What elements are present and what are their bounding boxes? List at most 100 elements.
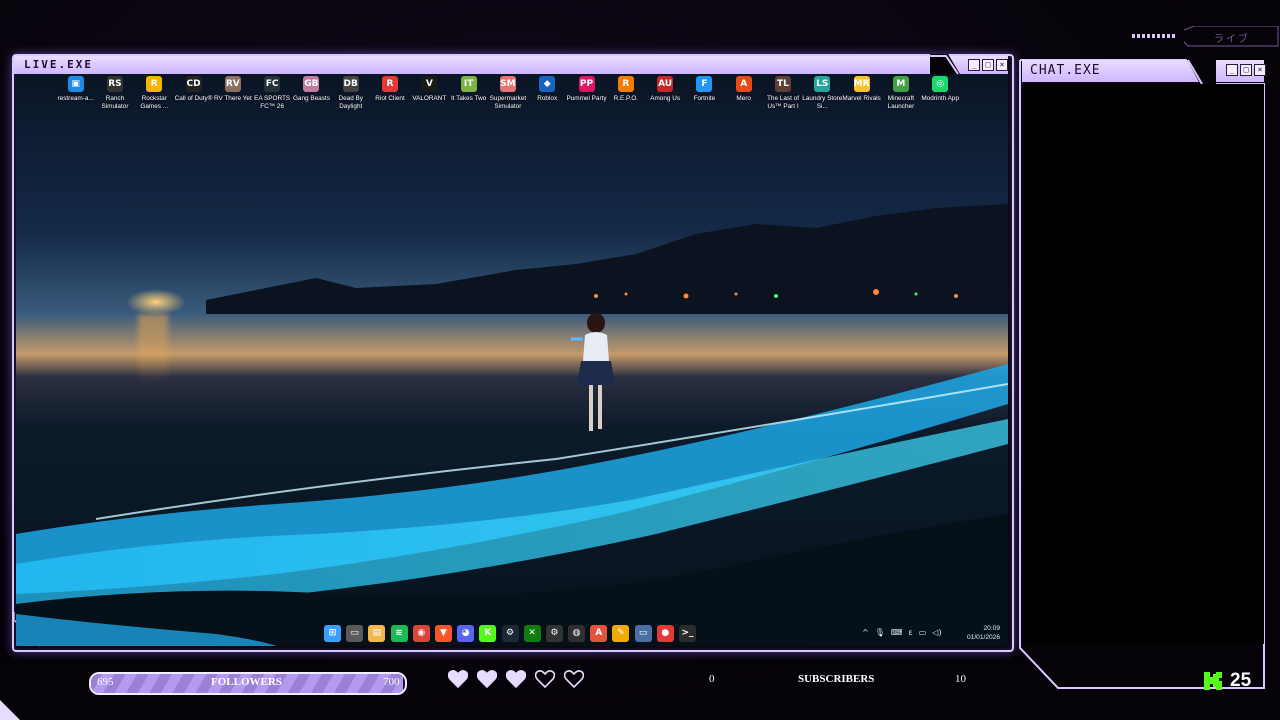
followers-current: 695 [97, 676, 114, 688]
minimize-button[interactable]: _ [968, 59, 980, 71]
desktop-icon-label: Roblox [537, 95, 558, 102]
tray-lang-icon[interactable]: ε [908, 628, 912, 637]
chat-maximize-button[interactable]: □ [1240, 64, 1252, 76]
windows-start-icon[interactable]: ⊞ [324, 625, 341, 642]
desktop-icon[interactable]: TL The Last of Us™ Part I [763, 76, 802, 110]
frame-decoration-top-right [1132, 26, 1279, 47]
desktop-icon-label: Supermarket Simulator [489, 95, 527, 110]
app-icon: ◆ [539, 76, 556, 92]
app-icon: AU [657, 76, 674, 92]
desktop-icon[interactable]: GB Gang Beasts [292, 76, 331, 110]
desktop-icon-label: Modrinth App [921, 95, 960, 102]
desktop-icon-label: Gang Beasts [292, 95, 330, 102]
desktop-icon[interactable]: F Fortnite [685, 76, 724, 110]
spotify-icon[interactable]: ≋ [390, 625, 408, 642]
app-icon: TL [774, 76, 791, 92]
desktop-icon[interactable]: IT It Takes Two [449, 76, 488, 110]
brave-icon[interactable]: ▼ [434, 625, 452, 642]
tray-chevron-icon[interactable]: ^ [862, 628, 869, 637]
desktop-wallpaper: ▣ restream-a... RS Ranch Simulator R Rockstar… [16, 74, 1008, 646]
desktop-icon[interactable]: RV RV There Yet [213, 76, 252, 110]
desktop-icon[interactable]: R Rockstar Games ... [135, 76, 174, 110]
tray-keyboard-icon[interactable]: ⌨ [891, 628, 903, 637]
kick-icon[interactable]: K [479, 625, 497, 642]
heart-empty-icon [564, 670, 584, 688]
steam-icon[interactable]: ⚙ [501, 625, 519, 642]
chat-deco-text: ライブ [1214, 34, 1250, 45]
app-icon: F [696, 76, 713, 92]
app-record-icon[interactable]: ● [656, 625, 674, 642]
desktop-icon[interactable]: M Minecraft Launcher [881, 76, 920, 110]
desktop-icon-label: Marvel Rivals [842, 95, 881, 102]
terminal-icon[interactable]: >_ [679, 625, 696, 642]
chat-messages-area[interactable] [1024, 84, 1264, 644]
file-explorer-icon[interactable]: ▤ [368, 625, 386, 642]
tray-mic-icon[interactable]: 🎙 [875, 628, 885, 637]
app-monitor-icon[interactable]: ▭ [634, 625, 652, 642]
desktop-icon[interactable]: DB Dead By Daylight [331, 76, 370, 110]
app-icon: CD [185, 76, 202, 92]
desktop-icon[interactable]: ◎ Modrinth App [921, 76, 960, 110]
taskbar-clock[interactable]: 20:09 01/01/2026 [964, 624, 1000, 642]
desktop-icon[interactable]: R R.E.P.O. [606, 76, 645, 110]
kick-viewer-count: 25 [1230, 670, 1252, 691]
close-button[interactable]: × [996, 59, 1008, 71]
desktop-icon[interactable]: A Mero [724, 76, 763, 110]
maximize-button[interactable]: □ [982, 59, 994, 71]
chat-close-button[interactable]: × [1254, 64, 1266, 76]
settings-icon[interactable]: ⚙ [545, 625, 563, 642]
desktop-icon-label: VALORANT [412, 95, 447, 102]
app-icon: FC [264, 76, 281, 92]
desktop-icon[interactable]: LS Laundry Store Si... [802, 76, 842, 110]
desktop-icon-label: Rockstar Games ... [140, 95, 169, 110]
desktop-icon[interactable]: PP Pummel Party [566, 76, 607, 110]
mountains [206, 204, 1008, 314]
live-window-title: LIVE.EXE [24, 58, 93, 71]
xbox-icon[interactable]: ✕ [523, 625, 541, 642]
desktop-icon[interactable]: MR Marvel Rivals [842, 76, 881, 110]
app-icon: RV [224, 76, 241, 92]
app-icon: ◎ [932, 76, 949, 92]
desktop-icon[interactable]: R Riot Client [370, 76, 409, 110]
desktop-icon-label: Minecraft Launcher [887, 95, 915, 110]
desktop-icon-label: Call of Duty® [174, 95, 213, 102]
desktop-icon-label: Riot Client [375, 95, 405, 102]
chrome-icon[interactable]: ◉ [412, 625, 430, 642]
app-icon: A [735, 76, 752, 92]
app-tool-icon[interactable]: ✎ [612, 625, 630, 642]
desktop-icons: ▣ restream-a... RS Ranch Simulator R Rockstar… [56, 76, 960, 110]
desktop-icon[interactable]: CD Call of Duty® [174, 76, 213, 110]
chat-minimize-button[interactable]: _ [1226, 64, 1238, 76]
desktop-icon[interactable]: AU Among Us [645, 76, 684, 110]
desktop-icon[interactable]: SM Supermarket Simulator [488, 76, 527, 110]
app-icon: M [892, 76, 909, 92]
app-icon: R [382, 76, 399, 92]
subscribers-label: SUBSCRIBERS [798, 673, 875, 685]
desktop-icon-label: EA SPORTS FC™ 26 [254, 95, 291, 110]
heart-empty-icon [535, 670, 555, 688]
task-view-icon[interactable]: ▭ [346, 625, 364, 642]
app-icon: R [146, 76, 163, 92]
hearts-meter [448, 670, 584, 688]
chat-window-title: CHAT.EXE [1030, 63, 1101, 78]
app-a-icon[interactable]: A [590, 625, 608, 642]
tray-display-icon[interactable]: ▭ [919, 628, 927, 637]
discord-icon[interactable]: ◕ [457, 625, 475, 642]
desktop-icon[interactable]: FC EA SPORTS FC™ 26 [252, 76, 291, 110]
desktop-icon[interactable]: RS Ranch Simulator [95, 76, 134, 110]
tray-volume-icon[interactable]: ◁) [932, 628, 941, 637]
system-tray: ^ 🎙 ⌨ ε ▭ ◁) [862, 628, 942, 637]
followers-goal-bar: 695 FOLLOWERS 700 [89, 672, 407, 695]
obs-icon[interactable]: ◍ [568, 625, 586, 642]
live-window-titlebar[interactable] [14, 56, 1008, 74]
desktop-icon[interactable]: ▣ restream-a... [56, 76, 95, 110]
app-icon: MR [853, 76, 870, 92]
heart-filled-icon [448, 670, 468, 688]
desktop-icon[interactable]: ◆ Roblox [528, 76, 567, 110]
desktop-icon-label: The Last of Us™ Part I [767, 95, 799, 110]
desktop-icon[interactable]: V VALORANT [410, 76, 449, 110]
heart-filled-icon [477, 670, 497, 688]
app-icon: V [421, 76, 438, 92]
desktop-icon-label: Fortnite [693, 95, 716, 102]
heart-filled-icon [506, 670, 526, 688]
